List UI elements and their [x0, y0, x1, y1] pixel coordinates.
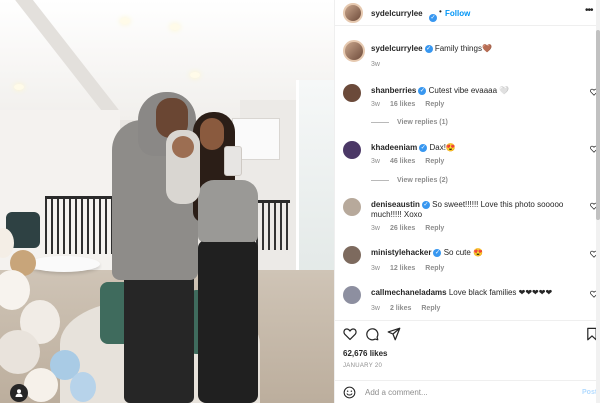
verified-icon: ✓ — [433, 248, 442, 257]
avatar[interactable] — [343, 40, 365, 62]
post-photo[interactable] — [0, 0, 334, 403]
verified-icon: ✓ — [429, 13, 437, 22]
man-pants — [124, 272, 194, 403]
comment-body: So cute 😍 — [443, 248, 484, 257]
reply-line — [371, 121, 389, 123]
phone — [224, 146, 242, 176]
comment-username[interactable]: shanberries — [371, 86, 416, 95]
post-date[interactable]: JANUARY 20 — [343, 363, 382, 369]
avatar[interactable] — [343, 3, 363, 23]
post-sidebar: sydelcurrylee ✓ • Follow ••• sydelcurryl… — [334, 0, 600, 403]
verified-icon: ✓ — [421, 200, 430, 209]
view-replies-button[interactable]: View replies (2) — [371, 177, 448, 184]
comment-body: Cutest vibe evaaaa 🤍 — [428, 86, 510, 95]
comment-icon[interactable] — [365, 327, 379, 341]
reply-button[interactable]: Reply — [425, 101, 444, 108]
woman-leggings — [198, 240, 258, 403]
side-table — [28, 256, 100, 272]
view-replies-label: View replies (1) — [397, 119, 448, 126]
comment-likes[interactable]: 26 likes — [390, 225, 415, 232]
caption-timestamp[interactable]: 3w — [371, 61, 380, 68]
post-comment-button[interactable]: Post — [582, 389, 597, 396]
share-icon[interactable] — [387, 327, 401, 341]
verified-badge: ✓ — [427, 9, 437, 27]
woman-top — [198, 180, 258, 242]
avatar[interactable] — [343, 141, 361, 159]
separator-dot: • — [439, 7, 442, 16]
comment-time[interactable]: 3w — [371, 101, 380, 108]
view-replies-button[interactable]: View replies (1) — [371, 119, 448, 126]
comment-time[interactable]: 3w — [371, 265, 380, 272]
brown-heart-emoji: 🤎 — [481, 44, 492, 53]
comment-text: khadeeniam ✓ Dax!😍 — [371, 143, 587, 153]
reply-button[interactable]: Reply — [425, 265, 444, 272]
comment-username[interactable]: deniseaustin — [371, 200, 420, 209]
emoji-icon[interactable] — [343, 386, 356, 399]
woman-face — [200, 118, 224, 150]
ceiling-light — [14, 84, 24, 90]
stair-railing — [45, 196, 115, 254]
comment-meta: 3w 12 likes Reply — [371, 265, 454, 272]
comment-time[interactable]: 3w — [371, 225, 380, 232]
user-tag-button[interactable] — [10, 384, 28, 402]
comment-time[interactable]: 3w — [371, 305, 380, 312]
add-comment-bar: Post — [335, 380, 600, 403]
ceiling-light — [190, 72, 200, 78]
comment-text: deniseaustin ✓ So sweet!!!!!! Love this p… — [371, 200, 587, 220]
comment-text: shanberries ✓ Cutest vibe evaaaa 🤍 — [371, 86, 587, 96]
comment-likes[interactable]: 16 likes — [390, 101, 415, 108]
view-replies-label: View replies (2) — [397, 177, 448, 184]
reply-button[interactable]: Reply — [425, 225, 444, 232]
comment-body: Love black families ❤❤❤❤❤ — [448, 288, 553, 297]
comment-text: callmechaneladams Love black families ❤❤… — [371, 288, 587, 298]
comment-text: ministylehacker ✓ So cute 😍 — [371, 248, 587, 258]
comment-meta: 3w 16 likes Reply — [371, 101, 454, 108]
user-tag-icon — [15, 389, 23, 397]
follow-button[interactable]: Follow — [445, 9, 470, 18]
comment-username[interactable]: callmechaneladams — [371, 288, 447, 297]
comment-body: Dax!😍 — [429, 143, 456, 152]
caption-body: Family things — [434, 44, 482, 53]
verified-icon: ✓ — [418, 86, 427, 95]
balloon — [70, 372, 96, 402]
more-icon[interactable]: ••• — [585, 5, 593, 16]
reply-button[interactable]: Reply — [421, 305, 440, 312]
username-link[interactable]: sydelcurrylee — [371, 9, 423, 18]
reply-button[interactable]: Reply — [425, 158, 444, 165]
comment-meta: 3w 26 likes Reply — [371, 225, 454, 232]
comment-meta: 3w 2 likes Reply — [371, 305, 450, 312]
reply-line — [371, 179, 389, 181]
comment-username[interactable]: khadeeniam — [371, 143, 417, 152]
username-link[interactable]: sydelcurrylee — [371, 44, 423, 53]
caption-text: sydelcurrylee ✓ Family things🤎 — [371, 44, 492, 53]
comment-meta: 3w 46 likes Reply — [371, 158, 454, 165]
comment-input[interactable] — [365, 385, 565, 400]
comment-likes[interactable]: 2 likes — [390, 305, 411, 312]
verified-icon: ✓ — [424, 44, 433, 53]
avatar[interactable] — [343, 286, 361, 304]
comment-likes[interactable]: 46 likes — [390, 158, 415, 165]
comment-likes[interactable]: 12 likes — [390, 265, 415, 272]
baby-face — [172, 136, 194, 158]
ceiling-light — [170, 24, 180, 30]
post-header: sydelcurrylee ✓ • Follow ••• — [335, 0, 600, 26]
verified-icon: ✓ — [419, 143, 428, 152]
ceiling-light — [120, 18, 130, 24]
balloon — [24, 368, 58, 402]
avatar[interactable] — [343, 198, 361, 216]
comment-username[interactable]: ministylehacker — [371, 248, 431, 257]
comment-time[interactable]: 3w — [371, 158, 380, 165]
avatar[interactable] — [343, 84, 361, 102]
heart-icon[interactable] — [343, 327, 357, 341]
likes-count[interactable]: 62,676 likes — [343, 349, 387, 358]
avatar[interactable] — [343, 246, 361, 264]
scrollbar-thumb[interactable] — [596, 30, 600, 220]
